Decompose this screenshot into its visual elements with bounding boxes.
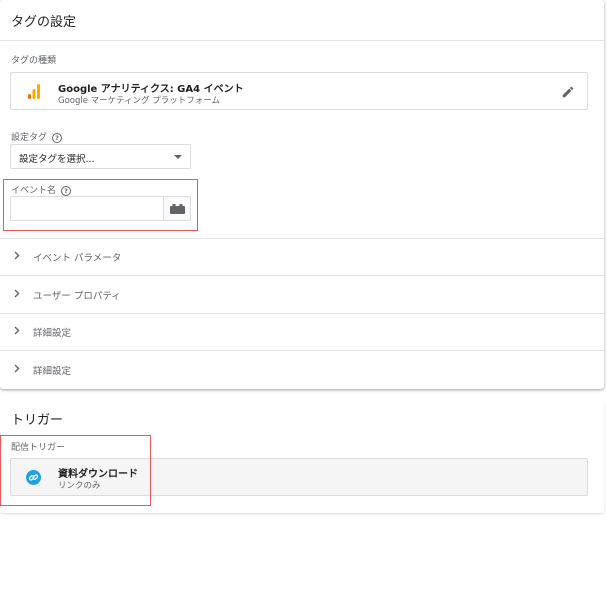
section-advanced-settings-2[interactable]: 詳細設定 — [0, 351, 604, 388]
section-user-properties[interactable]: ユーザー プロパティ — [0, 276, 604, 313]
config-tag-label-text: 設定タグ — [11, 133, 48, 143]
section-label: 詳細設定 — [33, 366, 72, 377]
section-event-parameters[interactable]: イベント パラメータ — [0, 238, 604, 275]
tag-type-name: Google アナリティクス: GA4 イベント — [58, 84, 244, 95]
chevron-right-icon — [14, 326, 20, 335]
chevron-right-icon — [14, 289, 20, 298]
section-label: ユーザー プロパティ — [33, 291, 121, 302]
tag-config-title: タグの設定 — [11, 15, 77, 30]
config-tag-select[interactable]: 設定タグを選択... — [10, 144, 191, 169]
highlight-box — [3, 179, 198, 231]
config-tag-label: 設定タグ? — [11, 130, 63, 143]
chevron-right-icon — [14, 251, 20, 260]
tag-config-card: タグの設定 タグの種類 Google アナリティクス: GA4 イベント Goo… — [0, 0, 604, 389]
google-analytics-icon — [28, 84, 40, 99]
title-divider — [0, 40, 604, 41]
highlight-box — [0, 435, 151, 506]
caret-down-icon — [174, 155, 182, 159]
section-label: 詳細設定 — [33, 328, 72, 339]
config-tag-selected: 設定タグを選択... — [19, 154, 95, 165]
section-advanced-settings[interactable]: 詳細設定 — [0, 313, 604, 350]
tag-type-label: タグの種類 — [11, 56, 57, 66]
help-icon[interactable]: ? — [52, 132, 63, 143]
pencil-icon[interactable] — [561, 85, 575, 99]
trigger-title: トリガー — [11, 413, 64, 428]
chevron-right-icon — [14, 364, 20, 373]
tag-type-subtitle: Google マーケティング プラットフォーム — [58, 96, 220, 106]
tag-type-selector[interactable]: Google アナリティクス: GA4 イベント Google マーケティング … — [10, 72, 588, 110]
section-label: イベント パラメータ — [33, 253, 122, 264]
